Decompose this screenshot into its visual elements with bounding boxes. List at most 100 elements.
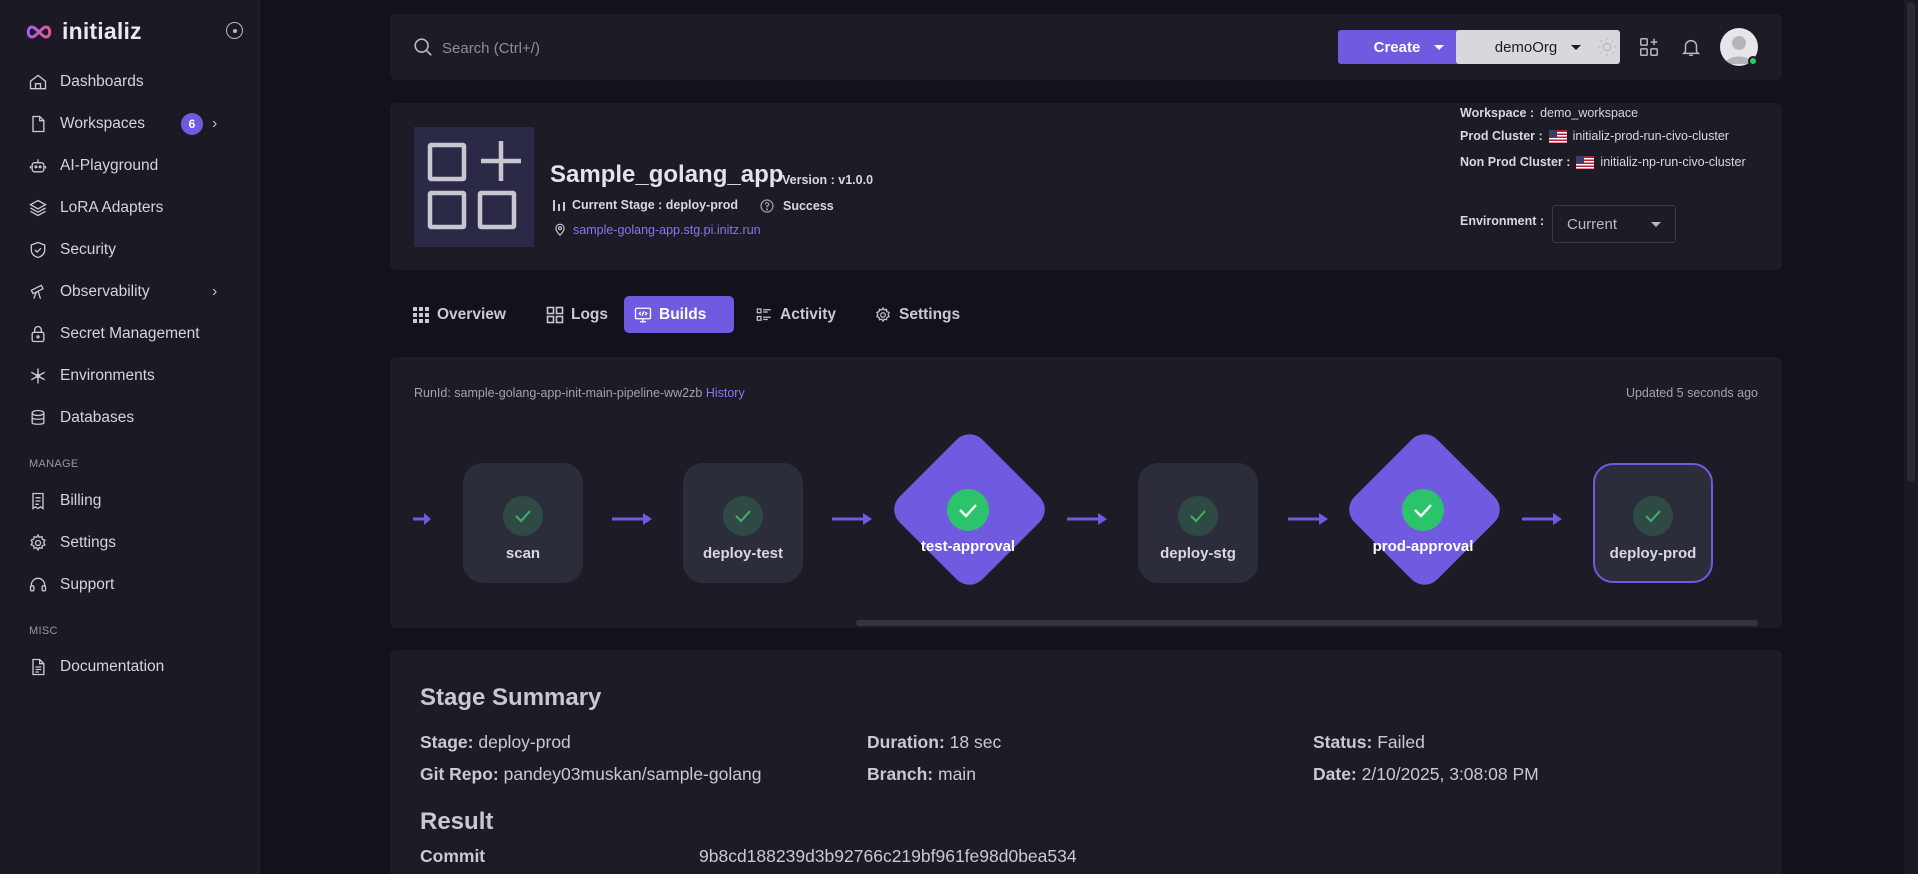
- tab-logs[interactable]: Logs: [536, 296, 618, 333]
- check-icon: [1402, 489, 1444, 531]
- app-status: Success: [759, 198, 834, 214]
- sidebar-item-databases[interactable]: Databases: [28, 403, 238, 433]
- sidebar-collapse-button[interactable]: [226, 22, 243, 39]
- workspaces-count-badge: 6: [181, 113, 203, 135]
- widgets-add-icon: [427, 141, 521, 230]
- caret-down-icon: [1651, 221, 1661, 227]
- sidebar-item-label: Environments: [60, 367, 155, 384]
- tab-builds[interactable]: Builds: [624, 296, 734, 333]
- summary-status-value: Failed: [1377, 732, 1425, 752]
- summary-duration-label: Duration:: [867, 732, 945, 752]
- grid-dots-icon: [413, 306, 429, 323]
- us-flag-icon: [1576, 155, 1595, 169]
- nonprod-cluster-value: initializ-np-run-civo-cluster: [1600, 155, 1746, 169]
- brand-logo[interactable]: initializ: [24, 18, 142, 45]
- lock-icon: [31, 325, 45, 343]
- sidebar-item-workspaces[interactable]: Workspaces 6 ›: [28, 109, 238, 139]
- app-url-link[interactable]: sample-golang-app.stg.pi.initz.run: [553, 222, 761, 238]
- arrow-right-icon: [1522, 513, 1562, 525]
- arrow-right-icon: [1067, 513, 1107, 525]
- chevron-right-icon: ›: [212, 115, 218, 132]
- environment-select-value: Current: [1567, 215, 1618, 233]
- sidebar-item-secret-management[interactable]: Secret Management: [28, 319, 238, 349]
- summary-git-repo: Git Repo: pandey03muskan/sample-golang: [420, 764, 761, 785]
- workspace-label: Workspace :: [1460, 106, 1535, 120]
- sidebar-item-dashboards[interactable]: Dashboards: [28, 67, 238, 97]
- summary-stage: Stage: deploy-prod: [420, 732, 571, 753]
- bell-icon[interactable]: [1680, 36, 1702, 58]
- summary-repo-label: Git Repo:: [420, 764, 499, 784]
- headset-icon: [29, 577, 47, 592]
- tab-activity[interactable]: Activity: [745, 296, 846, 333]
- commit-hash: 9b8cd188239d3b92766c219bf961fe98d0bea534: [699, 846, 1077, 866]
- check-icon: [723, 496, 763, 536]
- sidebar-item-settings[interactable]: Settings: [28, 528, 238, 558]
- summary-branch: Branch: main: [867, 764, 976, 785]
- layers-icon: [29, 199, 47, 217]
- pipeline-horizontal-scrollbar[interactable]: [856, 620, 1758, 626]
- stage-label: scan: [505, 545, 541, 562]
- robot-icon: [29, 159, 47, 173]
- nonprod-cluster-row: Non Prod Cluster : initializ-np-run-civo…: [1460, 155, 1746, 169]
- app-current-stage: Current Stage : deploy-prod: [552, 198, 738, 212]
- summary-branch-label: Branch:: [867, 764, 934, 784]
- check-icon: [947, 489, 989, 531]
- tab-label: Builds: [659, 305, 707, 323]
- app-title: Sample_golang_app: [550, 161, 784, 188]
- current-stage-text: Current Stage : deploy-prod: [572, 198, 738, 212]
- theme-toggle-icon[interactable]: [1596, 36, 1618, 58]
- app-url-text: sample-golang-app.stg.pi.initz.run: [573, 223, 761, 237]
- list-icon: [756, 307, 771, 321]
- sidebar-item-label: Workspaces: [60, 115, 145, 132]
- location-pin-icon: [555, 223, 565, 237]
- summary-date-value: 2/10/2025, 3:08:08 PM: [1361, 764, 1539, 784]
- stage-bars-icon: [553, 200, 565, 211]
- sidebar-item-security[interactable]: Security: [28, 235, 238, 265]
- telescope-icon: [30, 284, 44, 299]
- help-circle-icon: [760, 199, 774, 213]
- stage-label: prod-approval: [1372, 538, 1474, 555]
- sidebar-item-ai-playground[interactable]: AI-Playground: [28, 151, 238, 181]
- arrow-right-icon: [1288, 513, 1328, 525]
- stage-label: deploy-test: [702, 545, 783, 562]
- receipt-icon: [32, 492, 44, 510]
- sidebar-item-label: Dashboards: [60, 73, 144, 90]
- stage-label: deploy-stg: [1160, 545, 1236, 562]
- apps-grid-icon[interactable]: [1638, 36, 1660, 58]
- section-label-manage: MANAGE: [29, 458, 79, 470]
- sidebar-item-support[interactable]: Support: [28, 570, 238, 600]
- summary-stage-value: deploy-prod: [478, 732, 571, 752]
- arrow-right-icon: [612, 513, 652, 525]
- check-icon: [1178, 496, 1218, 536]
- snowflake-icon: [31, 368, 45, 384]
- sidebar-item-observability[interactable]: Observability ›: [28, 277, 238, 307]
- pipeline-card: RunId: sample-golang-app-init-main-pipel…: [390, 357, 1782, 628]
- history-link[interactable]: History: [706, 386, 745, 400]
- sidebar-item-label: AI-Playground: [60, 157, 159, 174]
- file-icon: [32, 115, 45, 133]
- chevron-right-icon: ›: [212, 283, 218, 300]
- tab-overview[interactable]: Overview: [402, 296, 516, 333]
- sidebar-item-billing[interactable]: Billing: [28, 486, 238, 516]
- workspace-meta-row: Workspace : demo_workspace: [1460, 106, 1638, 120]
- summary-duration: Duration: 18 sec: [867, 732, 1001, 753]
- code-monitor-icon: [634, 307, 652, 322]
- search-input[interactable]: [442, 36, 942, 60]
- app-status-text: Success: [783, 199, 834, 213]
- check-icon: [503, 496, 543, 536]
- shield-check-icon: [30, 241, 46, 259]
- sidebar-item-environments[interactable]: Environments: [28, 361, 238, 391]
- stage-summary-title: Stage Summary: [420, 684, 602, 711]
- sidebar-item-label: Security: [60, 241, 116, 258]
- summary-stage-label: Stage:: [420, 732, 474, 752]
- sidebar-item-label: Support: [60, 576, 115, 593]
- commit-label: Commit: [420, 846, 486, 866]
- sidebar-item-lora-adapters[interactable]: LoRA Adapters: [28, 193, 238, 223]
- org-selector-label: demoOrg: [1494, 38, 1558, 56]
- tab-settings[interactable]: Settings: [864, 296, 970, 333]
- sidebar-item-documentation[interactable]: Documentation: [28, 652, 238, 682]
- page-scrollbar-thumb[interactable]: [1907, 2, 1915, 482]
- summary-date-label: Date:: [1313, 764, 1357, 784]
- environment-select[interactable]: Current: [1552, 205, 1676, 243]
- app-logo: [414, 127, 534, 247]
